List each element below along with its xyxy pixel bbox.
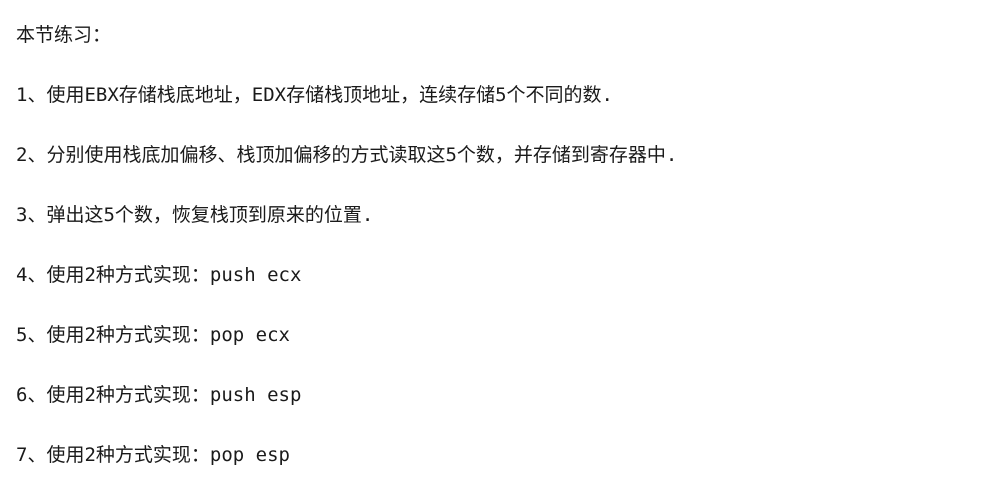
exercise-item-1: 1、使用EBX存储栈底地址，EDX存储栈顶地址，连续存储5个不同的数. <box>16 84 613 106</box>
document-body: 本节练习： 1、使用EBX存储栈底地址，EDX存储栈顶地址，连续存储5个不同的数… <box>16 20 976 470</box>
exercise-item-2: 2、分别使用栈底加偏移、栈顶加偏移的方式读取这5个数，并存储到寄存器中. <box>16 144 678 166</box>
exercise-item-7: 7、使用2种方式实现：pop esp <box>16 444 290 466</box>
exercise-item-6: 6、使用2种方式实现：push esp <box>16 384 302 406</box>
exercise-item-3: 3、弹出这5个数，恢复栈顶到原来的位置. <box>16 204 374 226</box>
exercise-list: 1、使用EBX存储栈底地址，EDX存储栈顶地址，连续存储5个不同的数. 2、分别… <box>16 80 976 470</box>
exercise-item-5: 5、使用2种方式实现：pop ecx <box>16 324 290 346</box>
exercise-item-4: 4、使用2种方式实现：push ecx <box>16 264 302 286</box>
section-title: 本节练习： <box>16 24 112 46</box>
